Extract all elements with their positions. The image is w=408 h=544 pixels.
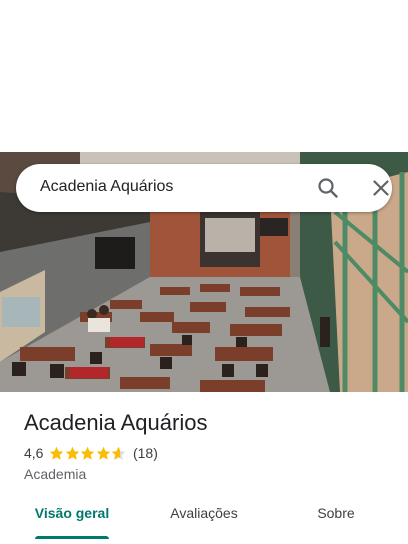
map-blank-area [0,0,408,152]
active-tab-indicator [35,536,109,539]
place-info-panel: Acadenia Aquários 4,6 (18) Academia Visã… [0,392,408,544]
close-icon[interactable] [369,176,393,200]
tab-overview[interactable]: Visão geral [24,498,120,540]
star-icon [96,446,111,460]
star-icon [81,446,95,460]
star-icon [65,446,80,460]
place-tabs: Visão geral Avaliações Sobre [0,498,408,540]
search-input[interactable]: Acadenia Aquários [40,178,173,196]
star-icon [50,446,64,460]
review-count[interactable]: (18) [133,445,158,461]
star-icon [112,446,126,460]
rating-stars [49,446,127,461]
search-icon[interactable] [316,176,340,200]
rating-value: 4,6 [24,445,44,461]
tab-reviews[interactable]: Avaliações [156,498,252,540]
place-category[interactable]: Academia [24,466,86,482]
search-bar[interactable]: Acadenia Aquários [16,164,392,212]
place-title: Acadenia Aquários [24,410,208,435]
tab-about[interactable]: Sobre [288,498,384,540]
rating-row[interactable]: 4,6 (18) [24,444,158,462]
